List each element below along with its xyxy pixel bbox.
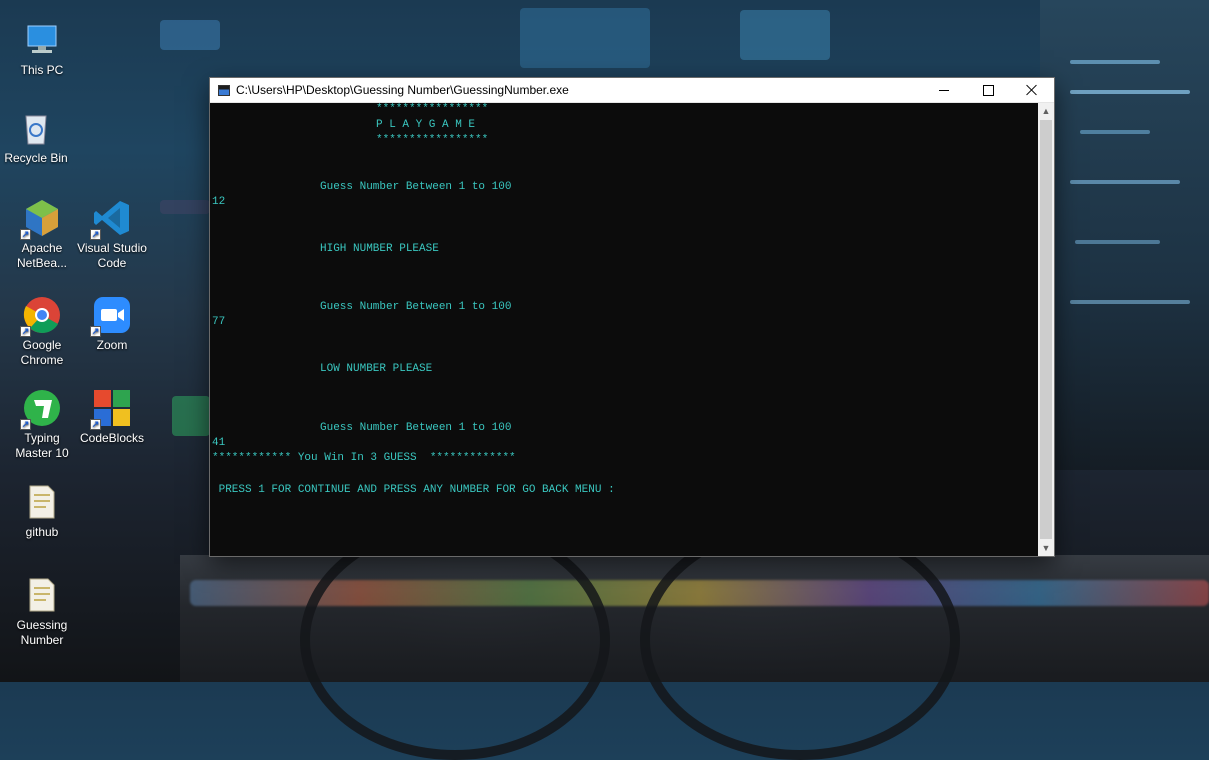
background-streak [740,10,830,60]
folder-icon [22,575,62,615]
typing-master-icon: ↗ [20,388,62,430]
background-code-line [1070,90,1190,94]
console-line: ************ You Win In 3 GUESS ********… [212,452,516,464]
codeblocks-icon: ↗ [90,388,132,430]
shortcut-arrow-icon: ↗ [90,229,101,240]
vscode-icon: ↗ [90,198,132,240]
background-monitor [1040,0,1209,470]
vertical-scrollbar[interactable]: ▲ ▼ [1038,103,1054,556]
desktop-icon-label: Apache NetBea... [16,241,68,270]
desktop-icon-chrome[interactable]: ↗ Google Chrome [6,295,78,368]
desktop-icon-codeblocks[interactable]: ↗ CodeBlocks [76,388,148,446]
scroll-up-button[interactable]: ▲ [1038,103,1054,119]
desktop-icon-recycle-bin[interactable]: Recycle Bin [0,108,72,166]
background-glasses [300,520,610,760]
chevron-up-icon: ▲ [1041,106,1051,116]
desktop-icon-guessing-number-folder[interactable]: Guessing Number [6,575,78,648]
desktop-icon-label: github [25,525,59,539]
close-button[interactable] [1010,78,1054,102]
minimize-button[interactable] [922,78,966,102]
desktop-icon-label: Zoom [96,338,128,352]
scroll-down-button[interactable]: ▼ [1038,540,1054,556]
shortcut-arrow-icon: ↗ [90,419,101,430]
console-app-icon [218,84,230,96]
desktop-icon-vscode[interactable]: ↗ Visual Studio Code [76,198,148,271]
shortcut-arrow-icon: ↗ [20,326,31,337]
close-icon [1026,84,1038,96]
console-line: HIGH NUMBER PLEASE [320,243,439,255]
desktop-icon-github-folder[interactable]: github [6,482,78,540]
maximize-icon [982,84,994,96]
shortcut-arrow-icon: ↗ [20,229,31,240]
background-code-line [1070,300,1190,304]
background-code-line [1070,60,1160,64]
desktop-icon-label: Recycle Bin [4,151,68,165]
chrome-icon: ↗ [20,295,62,337]
window-titlebar[interactable]: C:\Users\HP\Desktop\Guessing Number\Gues… [210,78,1054,103]
background-code-line [1075,240,1160,244]
background-streak [160,200,210,214]
maximize-button[interactable] [966,78,1010,102]
console-line: ***************** [376,134,489,146]
console-line: Guess Number Between 1 to 100 [320,301,512,313]
background-code-line [1070,180,1180,184]
console-window[interactable]: C:\Users\HP\Desktop\Guessing Number\Gues… [210,78,1054,556]
console-output[interactable]: ***************** P L A Y G A M E ******… [210,103,1038,556]
console-line: P L A Y G A M E [376,119,476,131]
desktop-icon-label: Google Chrome [20,338,64,367]
scroll-thumb[interactable] [1040,120,1052,539]
computer-icon [22,20,62,60]
desktop-icon-typing-master[interactable]: ↗ Typing Master 10 [6,388,78,461]
console-line: 12 [212,196,226,208]
background-streak [520,8,650,68]
desktop-icon-label: Visual Studio Code [77,241,147,270]
desktop-icon-label: Typing Master 10 [15,431,69,460]
recycle-bin-icon [16,108,56,148]
console-line: Guess Number Between 1 to 100 [320,422,512,434]
console-line: 41 [212,437,226,449]
console-line: LOW NUMBER PLEASE [320,363,433,375]
desktop-icon-label: Guessing Number [16,618,68,647]
netbeans-icon: ↗ [20,198,62,240]
background-streak [160,20,220,50]
minimize-icon [939,89,949,91]
desktop-icon-zoom[interactable]: ↗ Zoom [76,295,148,353]
desktop-icon-label: CodeBlocks [79,431,145,445]
shortcut-arrow-icon: ↗ [20,419,31,430]
console-line: PRESS 1 FOR CONTINUE AND PRESS ANY NUMBE… [212,484,615,496]
console-line: Guess Number Between 1 to 100 [320,181,512,193]
window-title: C:\Users\HP\Desktop\Guessing Number\Gues… [236,83,569,97]
zoom-icon: ↗ [90,295,132,337]
desktop-icon-this-pc[interactable]: This PC [6,20,78,78]
folder-icon [22,482,62,522]
background-code-line [1080,130,1150,134]
background-streak [172,396,210,436]
shortcut-arrow-icon: ↗ [90,326,101,337]
background-glasses [640,520,960,760]
desktop-icon-netbeans[interactable]: ↗ Apache NetBea... [6,198,78,271]
desktop-icon-label: This PC [20,63,64,77]
console-line: 77 [212,316,226,328]
console-line: ***************** [376,103,489,115]
chevron-down-icon: ▼ [1041,543,1051,553]
